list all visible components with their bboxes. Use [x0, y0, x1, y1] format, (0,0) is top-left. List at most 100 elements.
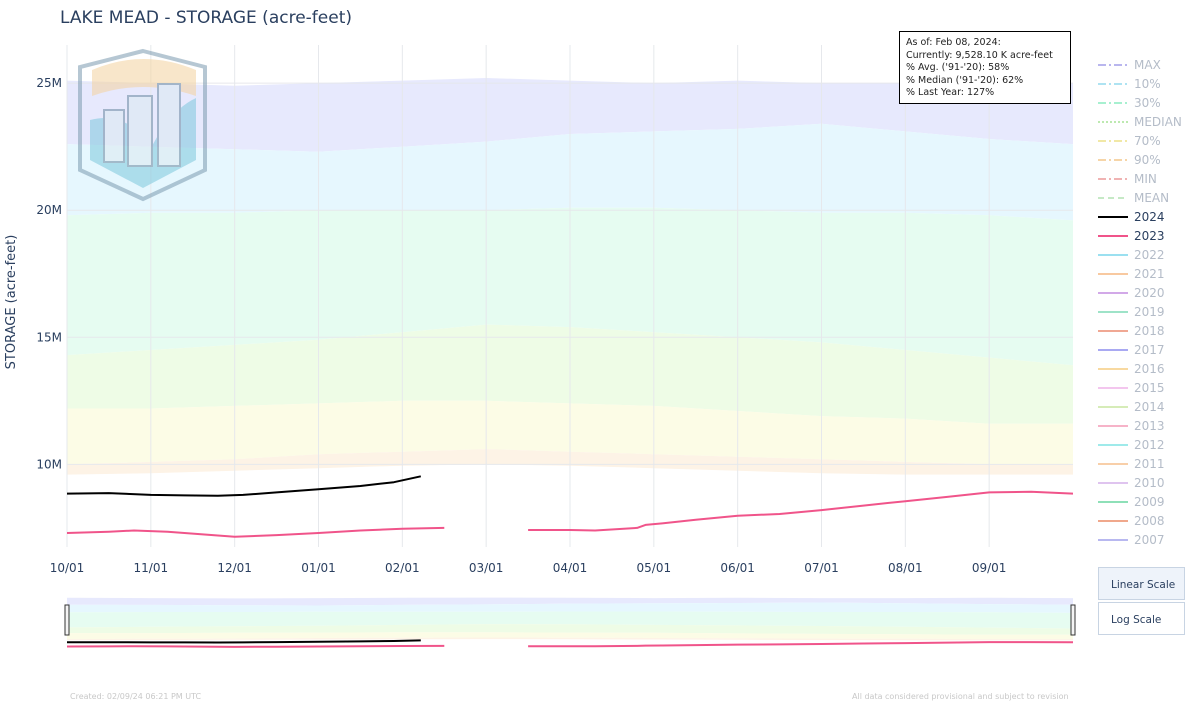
agency-logo-watermark: [78, 48, 207, 202]
legend-label: 2022: [1134, 247, 1165, 262]
legend-item-2008[interactable]: 2008: [1098, 511, 1200, 530]
current-storage-info-box: As of: Feb 08, 2024: Currently: 9,528.10…: [899, 31, 1071, 104]
x-tick-label: 02/01: [385, 561, 420, 575]
legend-label: MEAN: [1134, 190, 1170, 205]
legend-item-2013[interactable]: 2013: [1098, 416, 1200, 435]
legend-item-2015[interactable]: 2015: [1098, 378, 1200, 397]
legend-item-mean[interactable]: MEAN: [1098, 188, 1200, 207]
range-series-line-2023: [528, 641, 1073, 648]
legend-swatch: [1098, 120, 1128, 123]
x-tick-label: 12/01: [217, 561, 252, 575]
x-axis-ticks: 10/01 11/01 12/01 01/01 02/01 03/01 04/01 05/01…: [50, 561, 1007, 575]
log-scale-button[interactable]: Log Scale: [1098, 602, 1185, 635]
series-line-2023: [67, 526, 445, 538]
legend-item-median[interactable]: MEDIAN: [1098, 112, 1200, 131]
legend-swatch: [1098, 329, 1128, 332]
legend-item-2011[interactable]: 2011: [1098, 454, 1200, 473]
legend-item-2024[interactable]: 2024: [1098, 207, 1200, 226]
range-slider[interactable]: [64, 597, 1076, 648]
legend-swatch: [1098, 310, 1128, 313]
legend-item-2020[interactable]: 2020: [1098, 283, 1200, 302]
legend-item-2010[interactable]: 2010: [1098, 473, 1200, 492]
legend-label: 2009: [1134, 494, 1165, 509]
legend-label: 2018: [1134, 323, 1165, 338]
legend-swatch: [1098, 272, 1128, 275]
info-pct-median: % Median ('91-'20): 62%: [906, 74, 1024, 86]
range-slider-right-handle[interactable]: [1070, 604, 1076, 636]
legend-label: 2008: [1134, 513, 1165, 528]
legend-item-90pct[interactable]: 90%: [1098, 150, 1200, 169]
legend-swatch: [1098, 215, 1128, 218]
legend-item-30pct[interactable]: 30%: [1098, 93, 1200, 112]
info-pct-avg: % Avg. ('91-'20): 58%: [906, 62, 1010, 74]
range-slider-bands: [67, 597, 1073, 641]
legend-swatch: [1098, 481, 1128, 484]
legend-label: 2012: [1134, 437, 1165, 452]
legend-label: MIN: [1134, 171, 1157, 186]
legend-item-2022[interactable]: 2022: [1098, 245, 1200, 264]
range-slider-left-handle[interactable]: [64, 604, 70, 636]
legend-label: 2007: [1134, 532, 1165, 547]
legend-swatch: [1098, 538, 1128, 541]
legend-label: 10%: [1134, 76, 1161, 91]
y-tick-label: 10M: [36, 457, 62, 471]
x-tick-label: 06/01: [720, 561, 755, 575]
legend-swatch: [1098, 101, 1128, 104]
info-current: Currently: 9,528.10 K acre-feet: [906, 49, 1053, 61]
x-tick-label: 04/01: [553, 561, 588, 575]
x-tick-label: 11/01: [134, 561, 169, 575]
info-as-of: As of: Feb 08, 2024:: [906, 37, 1001, 48]
legend-swatch: [1098, 519, 1128, 522]
x-tick-label: 01/01: [301, 561, 336, 575]
legend-label: MAX: [1134, 57, 1161, 72]
legend-swatch: [1098, 177, 1128, 180]
x-tick-label: 09/01: [972, 561, 1007, 575]
legend-item-2023[interactable]: 2023: [1098, 226, 1200, 245]
range-series-line-2023: [67, 644, 445, 648]
legend-label: 2017: [1134, 342, 1165, 357]
legend-item-2007[interactable]: 2007: [1098, 530, 1200, 549]
legend-item-2014[interactable]: 2014: [1098, 397, 1200, 416]
legend-label: 90%: [1134, 152, 1161, 167]
legend-item-10pct[interactable]: 10%: [1098, 74, 1200, 93]
y-axis-label: STORAGE (acre-feet): [4, 235, 19, 370]
legend-swatch: [1098, 500, 1128, 503]
legend-item-min[interactable]: MIN: [1098, 169, 1200, 188]
legend-label: 70%: [1134, 133, 1161, 148]
legend-item-2009[interactable]: 2009: [1098, 492, 1200, 511]
legend-label: 2014: [1134, 399, 1165, 414]
range-series-line-2024: [67, 639, 421, 644]
legend-swatch: [1098, 443, 1128, 446]
legend-label: 2016: [1134, 361, 1165, 376]
legend-item-2019[interactable]: 2019: [1098, 302, 1200, 321]
linear-scale-button[interactable]: Linear Scale: [1098, 567, 1185, 600]
chart-legend: MAX 10% 30% MEDIAN 70% 90% MIN MEAN 2024 2023 2022…: [1098, 55, 1200, 549]
legend-swatch: [1098, 253, 1128, 256]
legend-label: 2023: [1134, 228, 1165, 243]
legend-swatch: [1098, 82, 1128, 85]
legend-item-2012[interactable]: 2012: [1098, 435, 1200, 454]
legend-label: 2011: [1134, 456, 1165, 471]
y-tick-label: 15M: [36, 330, 62, 344]
legend-swatch: [1098, 405, 1128, 408]
legend-swatch: [1098, 386, 1128, 389]
x-tick-label: 08/01: [888, 561, 923, 575]
legend-item-70pct[interactable]: 70%: [1098, 131, 1200, 150]
legend-item-2017[interactable]: 2017: [1098, 340, 1200, 359]
legend-swatch: [1098, 196, 1128, 199]
legend-item-2016[interactable]: 2016: [1098, 359, 1200, 378]
legend-label: 2020: [1134, 285, 1165, 300]
legend-swatch: [1098, 63, 1128, 66]
legend-swatch: [1098, 462, 1128, 465]
legend-item-max[interactable]: MAX: [1098, 55, 1200, 74]
legend-label: MEDIAN: [1134, 114, 1182, 129]
y-axis-ticks: 10M 15M 20M 25M: [36, 76, 62, 471]
legend-swatch: [1098, 367, 1128, 370]
legend-swatch: [1098, 158, 1128, 161]
legend-swatch: [1098, 348, 1128, 351]
info-pct-last-year: % Last Year: 127%: [906, 87, 995, 99]
legend-item-2021[interactable]: 2021: [1098, 264, 1200, 283]
legend-label: 2015: [1134, 380, 1165, 395]
legend-item-2018[interactable]: 2018: [1098, 321, 1200, 340]
chart-svg: 10/01 11/01 12/01 01/01 02/01 03/01 04/01 05/01…: [4, 45, 1076, 648]
